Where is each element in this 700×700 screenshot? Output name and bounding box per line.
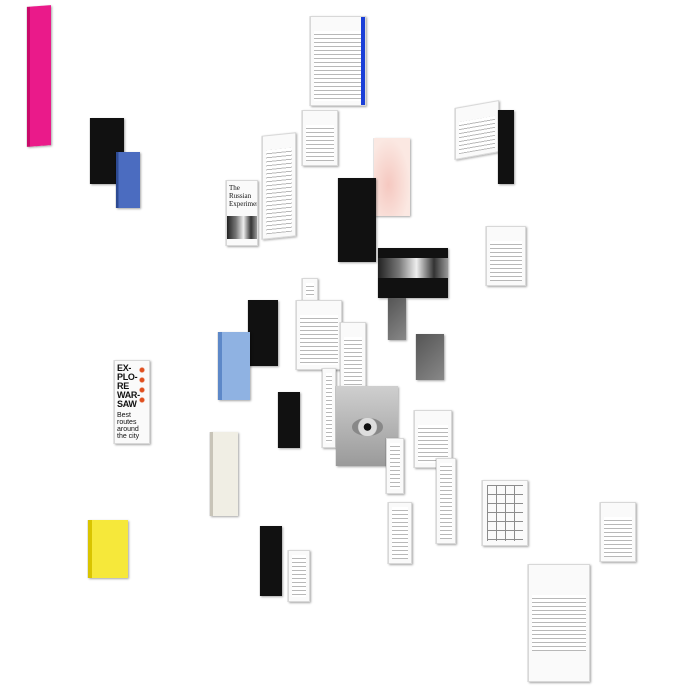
book-cover[interactable] xyxy=(338,178,376,262)
book-cover[interactable] xyxy=(455,100,499,160)
book-cover[interactable] xyxy=(27,5,51,147)
book-page-lines xyxy=(344,337,362,389)
book-subtitle: Best routes around the city xyxy=(117,412,140,440)
book-cover[interactable] xyxy=(88,520,128,578)
book-cover[interactable] xyxy=(210,432,238,516)
book-cover[interactable] xyxy=(278,392,300,448)
book-page-lines xyxy=(292,555,306,597)
book-cover[interactable] xyxy=(388,298,406,340)
book-cover[interactable] xyxy=(374,138,410,216)
book-cover[interactable] xyxy=(322,368,336,448)
book-page-lines xyxy=(266,147,292,235)
book-spine-edge xyxy=(361,17,365,105)
book-page-lines xyxy=(300,315,338,365)
book-page-lines xyxy=(490,241,522,281)
book-cover[interactable] xyxy=(386,438,404,494)
book-cover[interactable] xyxy=(248,300,278,366)
book-cover[interactable] xyxy=(378,248,448,298)
book-title: The Russian Experiment xyxy=(229,184,257,208)
book-cover[interactable] xyxy=(528,564,590,682)
book-page-lines xyxy=(459,115,495,155)
book-eye-photo xyxy=(351,418,383,436)
book-photo xyxy=(227,216,257,239)
book-cover[interactable] xyxy=(262,132,296,240)
book-photo xyxy=(378,258,448,278)
book-cover[interactable] xyxy=(600,502,636,562)
book-cover[interactable] xyxy=(296,300,342,370)
book-page-lines xyxy=(326,373,332,443)
book-grid-pattern xyxy=(487,485,523,541)
book-cover[interactable] xyxy=(260,526,282,596)
book-cover[interactable]: EX-PLO-RE WAR-SAW Best routes around the… xyxy=(114,360,150,444)
book-cover[interactable] xyxy=(416,334,444,380)
book-cover[interactable] xyxy=(340,322,366,394)
book-cover[interactable] xyxy=(302,110,338,166)
book-cover[interactable] xyxy=(498,110,514,184)
book-page-lines xyxy=(604,517,632,557)
book-page-lines xyxy=(314,31,362,101)
book-cover[interactable] xyxy=(388,502,412,564)
book-page-lines xyxy=(440,463,452,539)
book-cover[interactable]: The Russian Experiment xyxy=(226,180,258,246)
book-page-lines xyxy=(306,283,314,297)
book-page-lines xyxy=(306,125,334,161)
book-page-lines xyxy=(532,595,586,651)
book-cover[interactable] xyxy=(288,550,310,602)
book-page-lines xyxy=(392,507,408,559)
book-page-lines xyxy=(390,443,400,489)
book-cover[interactable] xyxy=(482,480,528,546)
book-cover[interactable] xyxy=(436,458,456,544)
book-gallery-stage: The Russian Experiment EX-PLO-RE WAR-SAW… xyxy=(0,0,700,700)
book-cover[interactable] xyxy=(218,332,250,400)
book-cover[interactable] xyxy=(310,16,366,106)
book-dots-pattern xyxy=(137,365,147,405)
book-cover[interactable] xyxy=(486,226,526,286)
book-cover[interactable] xyxy=(302,278,318,302)
book-cover[interactable] xyxy=(116,152,140,208)
